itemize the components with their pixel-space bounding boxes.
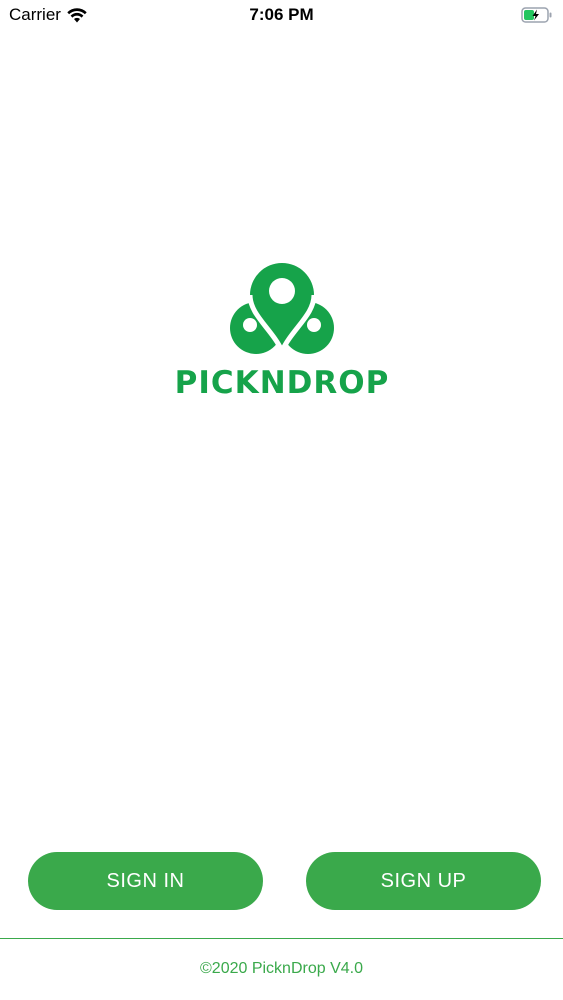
brand-logo: PICKNDROP <box>170 255 394 405</box>
footer-divider <box>0 938 563 939</box>
location-pin-logo-icon <box>230 263 334 354</box>
battery-charging-icon <box>521 7 552 23</box>
status-bar: Carrier 7:06 PM <box>0 0 563 30</box>
footer-copyright: ©2020 PicknDrop V4.0 <box>200 960 363 977</box>
sign-in-button[interactable]: SIGN IN <box>28 852 263 910</box>
brand-name: PICKNDROP <box>174 365 390 401</box>
sign-up-button[interactable]: SIGN UP <box>306 852 541 910</box>
status-time: 7:06 PM <box>249 5 314 24</box>
